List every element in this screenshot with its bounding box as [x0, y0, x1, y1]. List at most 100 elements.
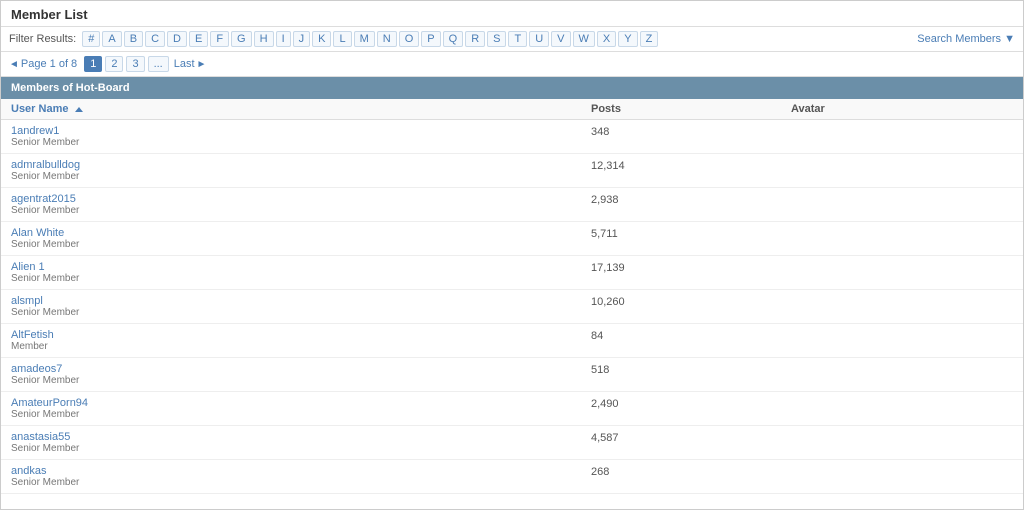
- member-posts: 84: [591, 329, 791, 342]
- member-role: Senior Member: [11, 477, 591, 488]
- member-role: Senior Member: [11, 205, 591, 216]
- pagination-bar: ◄ Page 1 of 8 1 2 3 ... Last ►: [1, 52, 1023, 77]
- member-name[interactable]: andkas: [11, 465, 591, 477]
- member-name[interactable]: AltFetish: [11, 329, 591, 341]
- member-info: anastasia55Senior Member: [11, 431, 591, 454]
- alpha-btn-g[interactable]: G: [231, 31, 252, 47]
- table-row: andkasSenior Member268: [1, 460, 1023, 494]
- member-name[interactable]: Alien 1: [11, 261, 591, 273]
- member-info: AltFetishMember: [11, 329, 591, 352]
- member-name[interactable]: Alan White: [11, 227, 591, 239]
- filter-label: Filter Results:: [9, 33, 76, 45]
- table-row: Alan WhiteSenior Member5,711: [1, 222, 1023, 256]
- member-name[interactable]: anastasia55: [11, 431, 591, 443]
- alpha-btn-c[interactable]: C: [145, 31, 165, 47]
- member-role: Member: [11, 341, 591, 352]
- alpha-btn-w[interactable]: W: [573, 31, 595, 47]
- table-row: alsmplSenior Member10,260: [1, 290, 1023, 324]
- sort-arrow-icon: [75, 107, 83, 112]
- alpha-btn-j[interactable]: J: [293, 31, 311, 47]
- alpha-btn-b[interactable]: B: [124, 31, 143, 47]
- member-info: agentrat2015Senior Member: [11, 193, 591, 216]
- table-header: User Name Posts Avatar: [1, 99, 1023, 120]
- table-row: 1andrew1Senior Member348: [1, 120, 1023, 154]
- alpha-btn-o[interactable]: O: [399, 31, 420, 47]
- member-role: Senior Member: [11, 137, 591, 148]
- member-name[interactable]: agentrat2015: [11, 193, 591, 205]
- member-name[interactable]: amadeos7: [11, 363, 591, 375]
- member-name[interactable]: AmateurPorn94: [11, 397, 591, 409]
- first-page-button[interactable]: ◄ Page 1 of 8: [9, 58, 77, 70]
- alpha-btn-t[interactable]: T: [508, 31, 527, 47]
- alpha-btn-#[interactable]: #: [82, 31, 100, 47]
- search-members-link[interactable]: Search Members ▼: [917, 33, 1015, 45]
- page-title: Member List: [1, 1, 1023, 27]
- alpha-btn-y[interactable]: Y: [618, 31, 637, 47]
- page-button-3[interactable]: 3: [126, 56, 144, 72]
- last-arrow-icon: ►: [197, 59, 207, 70]
- alpha-btn-e[interactable]: E: [189, 31, 208, 47]
- member-posts: 10,260: [591, 295, 791, 308]
- member-info: Alien 1Senior Member: [11, 261, 591, 284]
- member-posts: 518: [591, 363, 791, 376]
- table-row: Alien 1Senior Member17,139: [1, 256, 1023, 290]
- alpha-btn-k[interactable]: K: [312, 31, 331, 47]
- table-row: AltFetishMember84: [1, 324, 1023, 358]
- member-posts: 348: [591, 125, 791, 138]
- table-row: anastasia55Senior Member4,587: [1, 426, 1023, 460]
- page-button-2[interactable]: 2: [105, 56, 123, 72]
- member-info: alsmplSenior Member: [11, 295, 591, 318]
- member-role: Senior Member: [11, 239, 591, 250]
- last-page-button[interactable]: Last ►: [174, 58, 207, 70]
- page-of-label: Page 1 of 8: [21, 58, 77, 70]
- page-wrapper: Member List Filter Results: #ABCDEFGHIJK…: [0, 0, 1024, 510]
- alpha-btn-l[interactable]: L: [333, 31, 351, 47]
- page-button-1[interactable]: 1: [84, 56, 102, 72]
- table-row: AmateurPorn94Senior Member2,490: [1, 392, 1023, 426]
- section-header: Members of Hot-Board: [1, 77, 1023, 99]
- member-role: Senior Member: [11, 273, 591, 284]
- table-row: agentrat2015Senior Member2,938: [1, 188, 1023, 222]
- last-label: Last: [174, 58, 195, 70]
- col-avatar-header: Avatar: [791, 103, 1013, 115]
- alpha-btn-v[interactable]: V: [551, 31, 570, 47]
- col-posts-header: Posts: [591, 103, 791, 115]
- member-info: andkasSenior Member: [11, 465, 591, 488]
- alpha-btn-h[interactable]: H: [254, 31, 274, 47]
- member-name[interactable]: admralbulldog: [11, 159, 591, 171]
- member-role: Senior Member: [11, 307, 591, 318]
- members-list: 1andrew1Senior Member348admralbulldogSen…: [1, 120, 1023, 494]
- member-posts: 2,938: [591, 193, 791, 206]
- member-info: amadeos7Senior Member: [11, 363, 591, 386]
- member-info: Alan WhiteSenior Member: [11, 227, 591, 250]
- alpha-btn-n[interactable]: N: [377, 31, 397, 47]
- member-info: admralbulldogSenior Member: [11, 159, 591, 182]
- alpha-buttons: #ABCDEFGHIJKLMNOPQRSTUVWXYZ: [82, 31, 658, 47]
- alpha-btn-p[interactable]: P: [421, 31, 440, 47]
- alpha-btn-s[interactable]: S: [487, 31, 506, 47]
- alpha-btn-x[interactable]: X: [597, 31, 616, 47]
- table-row: amadeos7Senior Member518: [1, 358, 1023, 392]
- member-name[interactable]: alsmpl: [11, 295, 591, 307]
- page-button-ellipsis[interactable]: ...: [148, 56, 169, 72]
- member-role: Senior Member: [11, 409, 591, 420]
- filter-bar: Filter Results: #ABCDEFGHIJKLMNOPQRSTUVW…: [1, 27, 1023, 52]
- alpha-btn-r[interactable]: R: [465, 31, 485, 47]
- alpha-btn-i[interactable]: I: [276, 31, 291, 47]
- first-arrow-icon: ◄: [9, 59, 19, 70]
- alpha-btn-a[interactable]: A: [102, 31, 121, 47]
- member-posts: 4,587: [591, 431, 791, 444]
- col-username-header[interactable]: User Name: [11, 103, 591, 115]
- member-posts: 12,314: [591, 159, 791, 172]
- alpha-btn-d[interactable]: D: [167, 31, 187, 47]
- member-posts: 2,490: [591, 397, 791, 410]
- table-row: admralbulldogSenior Member12,314: [1, 154, 1023, 188]
- member-posts: 268: [591, 465, 791, 478]
- alpha-btn-z[interactable]: Z: [640, 31, 659, 47]
- member-name[interactable]: 1andrew1: [11, 125, 591, 137]
- alpha-btn-f[interactable]: F: [210, 31, 229, 47]
- alpha-btn-u[interactable]: U: [529, 31, 549, 47]
- alpha-btn-q[interactable]: Q: [443, 31, 464, 47]
- member-role: Senior Member: [11, 375, 591, 386]
- alpha-btn-m[interactable]: M: [354, 31, 375, 47]
